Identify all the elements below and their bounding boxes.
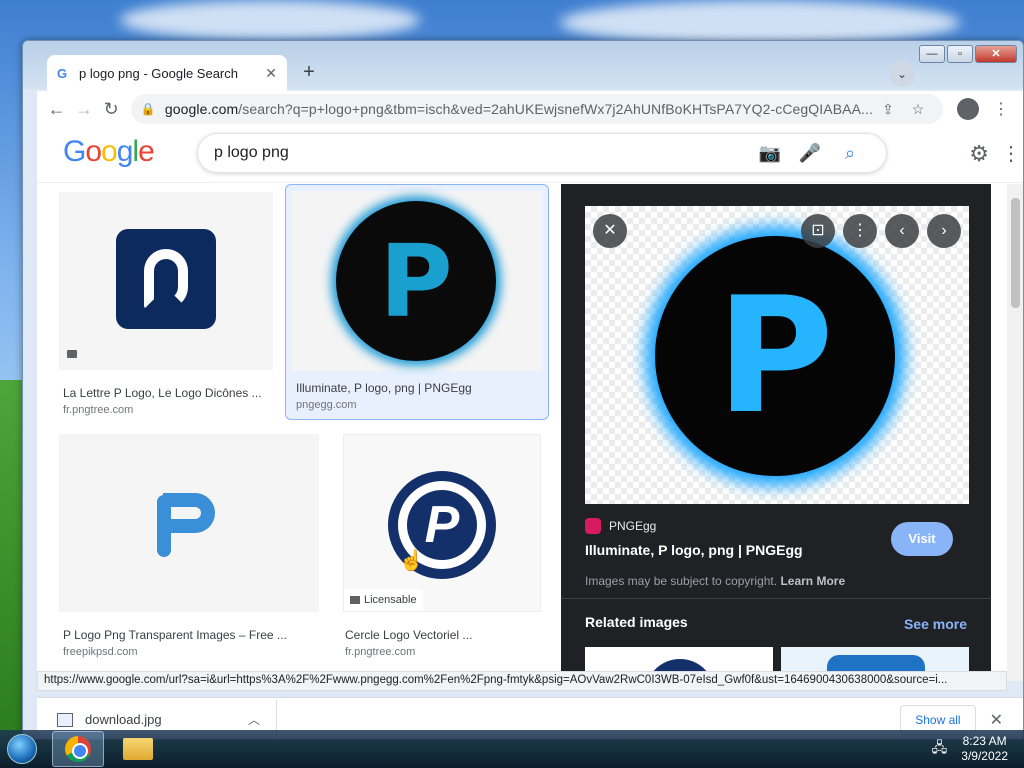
- window-controls: — ▫ ✕: [919, 45, 1017, 63]
- profile-avatar[interactable]: [957, 98, 980, 120]
- tab-close-icon[interactable]: ✕: [265, 65, 277, 82]
- lens-icon[interactable]: ⊡: [801, 214, 835, 248]
- result-source: freepikpsd.com: [63, 646, 138, 658]
- google-images-page: Google 📷 🎤 ⌕ ⚙ ⋮ La Lettre P Logo, Le Lo…: [37, 127, 1023, 681]
- result-thumbnail[interactable]: [59, 434, 319, 612]
- image-file-icon: [57, 712, 73, 727]
- site-name: PNGEgg: [609, 519, 657, 533]
- windows-logo-icon: [7, 734, 37, 764]
- desktop-cloud: [120, 0, 420, 40]
- search-box: 📷 🎤 ⌕: [197, 133, 887, 173]
- result-caption[interactable]: Illuminate, P logo, png | PNGEgg: [296, 381, 544, 395]
- preview-image[interactable]: P: [585, 206, 969, 504]
- tab-google-search[interactable]: G p logo png - Google Search ✕: [47, 55, 287, 91]
- browser-window: — ▫ ✕ G p logo png - Google Search ✕ + ⌄…: [22, 40, 1024, 740]
- tab-search-button[interactable]: ⌄: [889, 61, 915, 87]
- visit-button[interactable]: Visit: [891, 522, 953, 556]
- result-caption[interactable]: P Logo Png Transparent Images – Free ...: [63, 628, 319, 642]
- result-source: pngegg.com: [296, 399, 357, 411]
- bookmark-star-icon[interactable]: ☆: [903, 101, 933, 118]
- previous-icon[interactable]: ‹: [885, 214, 919, 248]
- pngegg-favicon-icon: [585, 518, 601, 534]
- related-images-heading: Related images: [585, 614, 688, 630]
- page-scrollbar[interactable]: [1007, 184, 1023, 681]
- reload-button[interactable]: ↻: [98, 93, 125, 125]
- image-results: La Lettre P Logo, Le Logo Dicônes ... fr…: [37, 184, 557, 681]
- licensable-label: Licensable: [364, 594, 417, 606]
- result-card[interactable]: La Lettre P Logo, Le Logo Dicônes ... fr…: [59, 192, 275, 420]
- new-tab-button[interactable]: +: [295, 59, 323, 87]
- chrome-icon: [65, 736, 91, 762]
- close-window-button[interactable]: ✕: [975, 45, 1017, 63]
- image-preview-panel: P ✕ ⊡ ⋮ ‹ › PNGEgg Illuminate, P logo, p…: [561, 184, 991, 681]
- image-icon: [350, 596, 360, 604]
- forward-button[interactable]: →: [70, 93, 97, 125]
- copyright-notice: Images may be subject to copyright. Lear…: [585, 574, 845, 588]
- result-source: fr.pngtree.com: [345, 646, 416, 658]
- p-logo-image: P: [655, 236, 895, 476]
- google-header: Google 📷 🎤 ⌕ ⚙ ⋮: [37, 127, 1023, 183]
- clock-time: 8:23 AM: [962, 734, 1007, 748]
- image-icon: [67, 350, 77, 358]
- address-bar[interactable]: 🔒 google.com/search?q=p+logo+png&tbm=isc…: [130, 94, 944, 124]
- google-favicon-icon: G: [57, 66, 68, 81]
- next-icon[interactable]: ›: [927, 214, 961, 248]
- result-thumbnail[interactable]: P Licensable: [343, 434, 541, 612]
- status-bar-url: https://www.google.com/url?sa=i&url=http…: [37, 671, 1007, 691]
- clock-date: 3/9/2022: [961, 749, 1008, 763]
- p-logo-image: P: [336, 201, 496, 361]
- result-thumbnail[interactable]: [59, 192, 273, 370]
- chevron-up-icon[interactable]: ︿: [248, 711, 260, 728]
- copyright-text: Images may be subject to copyright.: [585, 574, 778, 588]
- maximize-button[interactable]: ▫: [947, 45, 973, 63]
- apps-grid-icon[interactable]: ⋮: [1001, 141, 1021, 166]
- more-options-icon[interactable]: ⋮: [843, 214, 877, 248]
- url-text: google.com/search?q=p+logo+png&tbm=isch&…: [164, 101, 874, 117]
- p-logo-image: [116, 229, 216, 329]
- download-file-name: download.jpg: [85, 712, 162, 727]
- windows-taskbar: 🖧 8:23 AM 3/9/2022: [0, 730, 1024, 768]
- result-card-selected[interactable]: P Illuminate, P logo, png | PNGEgg pngeg…: [285, 184, 549, 420]
- learn-more-link[interactable]: Learn More: [780, 574, 845, 588]
- microphone-icon[interactable]: 🎤: [790, 143, 830, 164]
- divider: [561, 598, 991, 599]
- browser-toolbar: ← → ↻ 🔒 google.com/search?q=p+logo+png&t…: [37, 91, 1023, 127]
- system-tray: 🖧 8:23 AM 3/9/2022: [932, 734, 1024, 764]
- google-logo[interactable]: Google: [63, 135, 155, 169]
- camera-icon[interactable]: 📷: [750, 143, 790, 164]
- scrollbar-thumb[interactable]: [1011, 198, 1020, 308]
- see-more-link[interactable]: See more: [904, 616, 967, 632]
- minimize-button[interactable]: —: [919, 45, 945, 63]
- network-icon[interactable]: 🖧: [932, 737, 948, 761]
- preview-site[interactable]: PNGEgg: [585, 518, 656, 534]
- hand-cursor-icon: ☝: [399, 550, 424, 572]
- back-button[interactable]: ←: [43, 93, 70, 125]
- preview-title[interactable]: Illuminate, P logo, png | PNGEgg: [585, 542, 803, 558]
- close-icon[interactable]: ✕: [990, 710, 1003, 730]
- result-caption[interactable]: La Lettre P Logo, Le Logo Dicônes ...: [63, 386, 273, 400]
- desktop-cloud: [560, 0, 960, 45]
- clock[interactable]: 8:23 AM 3/9/2022: [961, 734, 1008, 764]
- tab-title: p logo png - Google Search: [79, 65, 238, 81]
- search-icon[interactable]: ⌕: [830, 143, 870, 164]
- gear-icon[interactable]: ⚙: [969, 141, 989, 167]
- start-button[interactable]: [0, 730, 44, 768]
- licensable-badge[interactable]: Licensable: [344, 589, 423, 611]
- result-thumbnail[interactable]: P: [292, 191, 542, 371]
- share-icon[interactable]: ⇪: [873, 101, 903, 118]
- result-card[interactable]: P Licensable Cercle Logo Vectoriel ... f…: [343, 434, 543, 664]
- taskbar-chrome[interactable]: [52, 731, 104, 767]
- result-source: fr.pngtree.com: [63, 404, 134, 416]
- result-caption[interactable]: Cercle Logo Vectoriel ...: [345, 628, 541, 642]
- taskbar-explorer[interactable]: [112, 731, 164, 767]
- close-icon[interactable]: ✕: [593, 214, 627, 248]
- lock-icon[interactable]: 🔒: [141, 102, 156, 116]
- chrome-menu-icon[interactable]: ⋮: [985, 99, 1017, 119]
- result-card[interactable]: P Logo Png Transparent Images – Free ...…: [59, 434, 321, 664]
- search-input[interactable]: [214, 144, 750, 162]
- p-logo-image: [157, 489, 221, 561]
- folder-icon: [123, 738, 153, 760]
